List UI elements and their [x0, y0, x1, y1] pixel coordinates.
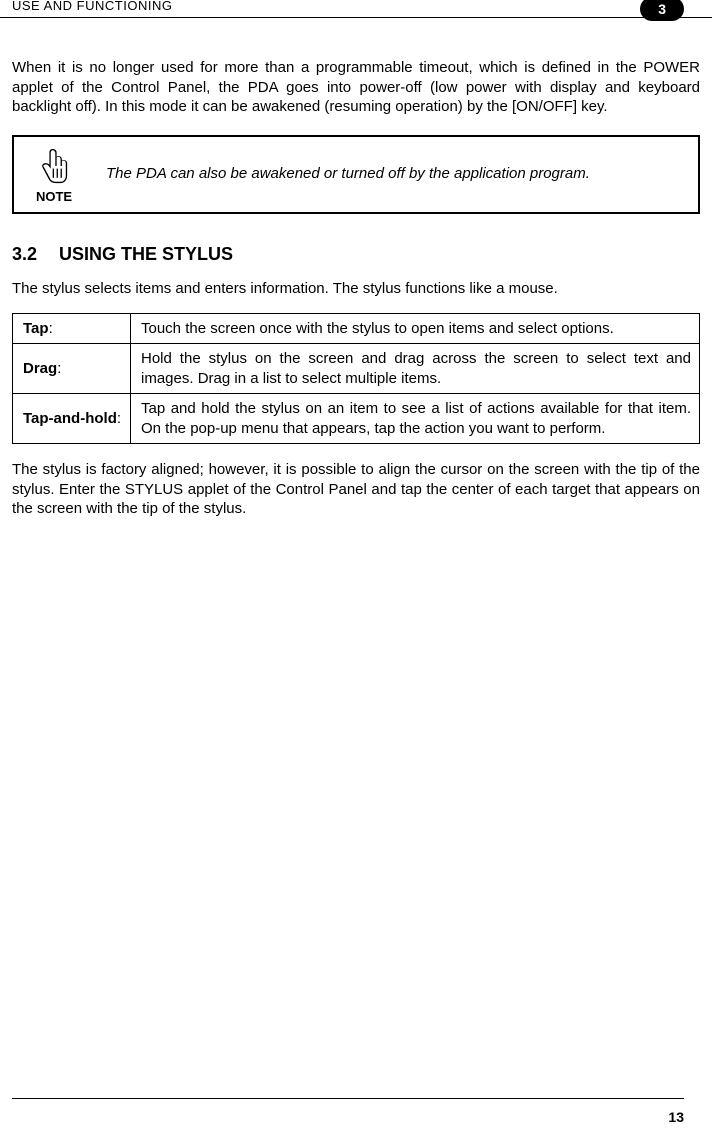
page-number: 13	[12, 1109, 684, 1125]
definition-desc: Hold the stylus on the screen and drag a…	[131, 344, 700, 394]
pointing-hand-icon	[33, 145, 75, 187]
footer-rule	[12, 1098, 684, 1099]
note-icon-column: NOTE	[24, 145, 84, 204]
note-text: The PDA can also be awakened or turned o…	[106, 164, 590, 184]
definition-desc: Touch the screen once with the stylus to…	[131, 313, 700, 344]
definition-term: Tap-and-hold:	[13, 394, 131, 444]
section-intro: The stylus selects items and enters info…	[12, 279, 700, 299]
table-row: Tap-and-hold: Tap and hold the stylus on…	[13, 394, 700, 444]
page-footer: 13	[12, 1098, 684, 1125]
definition-term: Drag:	[13, 344, 131, 394]
definition-desc: Tap and hold the stylus on an item to se…	[131, 394, 700, 444]
note-label: NOTE	[36, 189, 72, 204]
intro-paragraph: When it is no longer used for more than …	[12, 58, 700, 117]
table-row: Tap: Touch the screen once with the styl…	[13, 313, 700, 344]
section-title: USING THE STYLUS	[59, 244, 233, 264]
chapter-badge: 3	[640, 0, 684, 21]
page-header: USE AND FUNCTIONING 3	[0, 0, 712, 18]
header-title: USE AND FUNCTIONING	[12, 0, 172, 13]
definition-term: Tap:	[13, 313, 131, 344]
section-number: 3.2	[12, 244, 37, 264]
section-outro: The stylus is factory aligned; however, …	[12, 460, 700, 519]
page-content: When it is no longer used for more than …	[0, 18, 712, 519]
note-box: NOTE The PDA can also be awakened or tur…	[12, 135, 700, 214]
section-heading: 3.2 USING THE STYLUS	[12, 244, 700, 265]
definitions-table: Tap: Touch the screen once with the styl…	[12, 313, 700, 445]
table-row: Drag: Hold the stylus on the screen and …	[13, 344, 700, 394]
